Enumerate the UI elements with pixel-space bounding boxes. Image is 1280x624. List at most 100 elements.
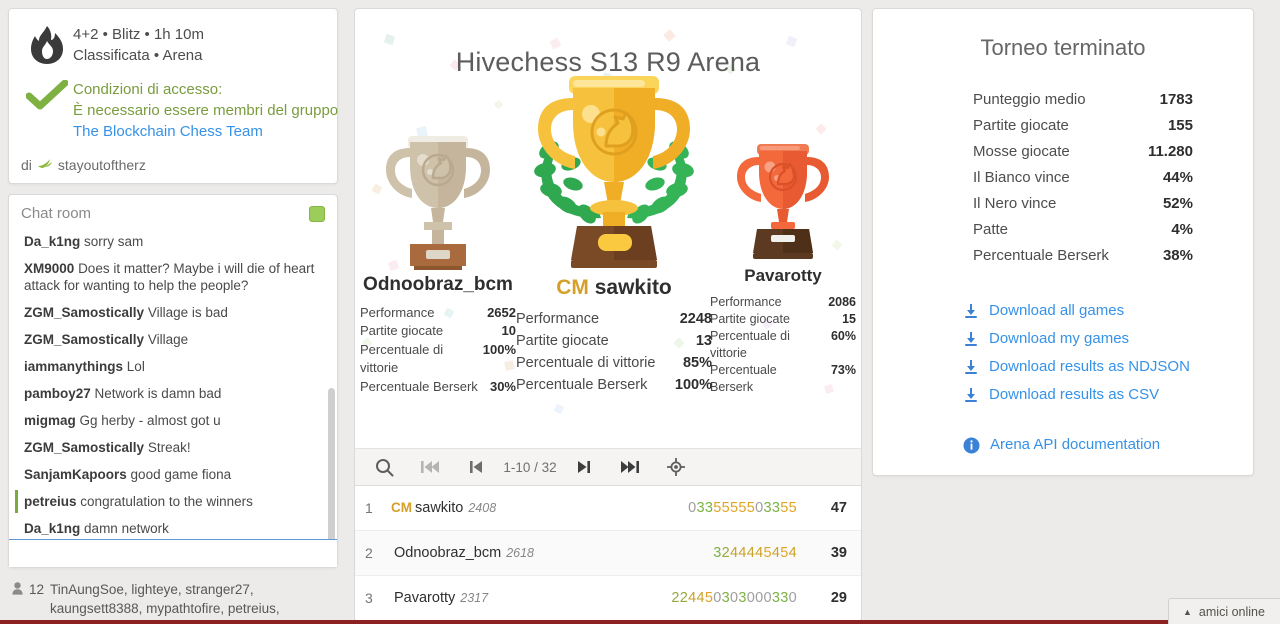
chat-username[interactable]: SanjamKapoors — [24, 467, 127, 482]
stat-value: 155 — [1167, 117, 1193, 134]
by-label: di — [21, 156, 32, 173]
podium-player-name[interactable]: CM sawkito — [514, 276, 714, 300]
summary-stat-row: Patte 4% — [903, 217, 1223, 243]
conditions-requirement: È necessario essere membri del gruppo — [73, 102, 339, 119]
step-prev-icon[interactable] — [453, 449, 499, 485]
podium-name-text: Odnoobraz_bcm — [363, 273, 513, 295]
crosshair-icon[interactable] — [653, 449, 699, 485]
player-name: Odnoobraz_bcm — [394, 545, 502, 561]
table-row[interactable]: 2 Odnoobraz_bcm 2618 3244445454 39 — [355, 531, 861, 576]
player-cell[interactable]: CM sawkito 2408 — [391, 500, 496, 516]
flame-icon — [21, 23, 73, 65]
bottom-accent-strip — [0, 620, 1168, 624]
skip-last-icon[interactable] — [607, 449, 653, 485]
chat-text: Network is damn bad — [94, 386, 222, 401]
link-label: Download results as NDJSON — [989, 358, 1190, 375]
stat-label: Il Nero vince — [973, 195, 1057, 212]
stat-row: Partite giocate 10 — [360, 322, 516, 341]
tournament-summary-card: Torneo terminato Punteggio medio 1783 Pa… — [872, 8, 1254, 476]
chat-username[interactable]: pamboy27 — [24, 386, 91, 401]
summary-stat-row: Mosse giocate 11.280 — [903, 139, 1223, 165]
stat-label: Performance — [516, 311, 600, 327]
patron-wing-icon — [37, 156, 53, 173]
info-icon — [963, 437, 980, 454]
podium-card: Hivechess S13 R9 Arena Odnoobraz_bcm Per… — [354, 8, 862, 448]
download-my-games-link[interactable]: Download my games — [963, 325, 1223, 353]
chat-message-list[interactable]: Da_k1ng sorry sam XM9000 Does it matter?… — [9, 228, 337, 539]
left-column: 4+2 • Blitz • 1h 10m Classificata • Aren… — [8, 8, 338, 624]
chat-username[interactable]: iammanythings — [24, 359, 123, 374]
chat-scrollbar[interactable] — [328, 388, 335, 539]
arena-api-doc-link[interactable]: Arena API documentation — [963, 431, 1223, 459]
team-link[interactable]: The Blockchain Chess Team — [73, 123, 263, 140]
chat-text: Gg herby - almost got u — [79, 413, 221, 428]
chat-text: Lol — [126, 359, 145, 374]
chat-username[interactable]: Da_k1ng — [24, 234, 80, 249]
chat-title: Chat room — [21, 205, 92, 222]
leaderboard-table: 1 CM sawkito 2408 0335555503355 47 2 Odnoo… — [354, 486, 862, 622]
player-title: CM — [391, 500, 412, 515]
friends-online-dock[interactable]: ▲ amici online — [1168, 598, 1280, 624]
stat-label: Performance — [360, 304, 435, 320]
player-cell[interactable]: Odnoobraz_bcm 2618 — [391, 545, 534, 561]
podium-name-text: Pavarotty — [744, 266, 822, 285]
stat-row: Percentuale di vittorie 100% — [360, 341, 516, 378]
user-icon — [12, 580, 23, 624]
chat-username[interactable]: Da_k1ng — [24, 521, 80, 536]
stat-row: Performance 2248 — [516, 308, 712, 330]
page-root: 4+2 • Blitz • 1h 10m Classificata • Aren… — [0, 0, 1280, 624]
stat-value: 2248 — [679, 311, 712, 327]
chat-username[interactable]: XM9000 — [24, 261, 74, 276]
trophy-bronze-icon — [708, 132, 858, 262]
chat-text: good game fiona — [130, 467, 232, 482]
table-row[interactable]: 1 CM sawkito 2408 0335555503355 47 — [355, 486, 861, 531]
summary-title: Torneo terminato — [980, 35, 1146, 60]
chat-username[interactable]: migmag — [24, 413, 76, 428]
chat-username[interactable]: ZGM_Samostically — [24, 332, 144, 347]
stat-row: Performance 2086 — [710, 294, 856, 311]
chat-username[interactable]: ZGM_Samostically — [24, 440, 144, 455]
download-ndjson-link[interactable]: Download results as NDJSON — [963, 353, 1223, 381]
table-row[interactable]: 3 Pavarotty 2317 224450303000330 29 — [355, 576, 861, 621]
pagination-label: 1-10 / 32 — [503, 459, 557, 475]
stat-label: Performance — [710, 295, 782, 309]
link-label: Download my games — [989, 330, 1130, 347]
stat-value: 100% — [674, 377, 712, 393]
tournament-time-control: 4+2 • Blitz • 1h 10m — [73, 26, 204, 43]
summary-stat-row: Percentuale Berserk 38% — [903, 243, 1223, 269]
chat-text: damn network — [84, 521, 169, 536]
download-all-games-link[interactable]: Download all games — [963, 297, 1223, 325]
stat-value: 73% — [830, 363, 856, 377]
stat-label: Percentuale Berserk — [516, 377, 648, 393]
download-csv-link[interactable]: Download results as CSV — [963, 381, 1223, 409]
stat-value: 11.280 — [1147, 143, 1193, 160]
skip-first-icon[interactable] — [407, 449, 453, 485]
player-cell[interactable]: Pavarotty 2317 — [391, 590, 488, 606]
step-next-icon[interactable] — [561, 449, 607, 485]
dock-label: amici online — [1198, 604, 1265, 619]
download-icon — [963, 303, 979, 319]
chat-text: Village is bad — [147, 305, 228, 320]
summary-stat-row: Il Bianco vince 44% — [903, 165, 1223, 191]
download-icon — [963, 387, 979, 403]
chat-username[interactable]: ZGM_Samostically — [24, 305, 144, 320]
podium-place-3: Pavarotty Performance 2086 Partite gioca… — [708, 132, 858, 414]
stat-row: Partite giocate 15 — [710, 311, 856, 328]
online-indicator[interactable] — [309, 205, 325, 222]
stat-row: Partite giocate 13 — [516, 330, 712, 352]
stat-value: 85% — [682, 355, 712, 371]
list-item: ZGM_Samostically Village is bad — [19, 299, 325, 326]
author-name[interactable]: stayoutoftherz — [58, 157, 146, 173]
stat-label: Percentuale Berserk — [973, 247, 1109, 264]
search-icon[interactable] — [361, 449, 407, 485]
podium-player-name[interactable]: Pavarotty — [708, 266, 858, 286]
podium-player-name[interactable]: Odnoobraz_bcm — [358, 274, 518, 296]
list-item: petreius congratulation to the winners — [15, 488, 325, 515]
chat-username[interactable]: petreius — [24, 494, 77, 509]
stat-label: Partite giocate — [360, 323, 444, 338]
stat-value: 30% — [489, 378, 516, 394]
tournament-format-text: 4+2 • Blitz • 1h 10m Classificata • Aren… — [73, 23, 204, 66]
chat-input[interactable] — [9, 540, 337, 567]
link-label: Download all games — [989, 302, 1125, 319]
download-links: Download all games Download my games Dow… — [903, 297, 1223, 459]
